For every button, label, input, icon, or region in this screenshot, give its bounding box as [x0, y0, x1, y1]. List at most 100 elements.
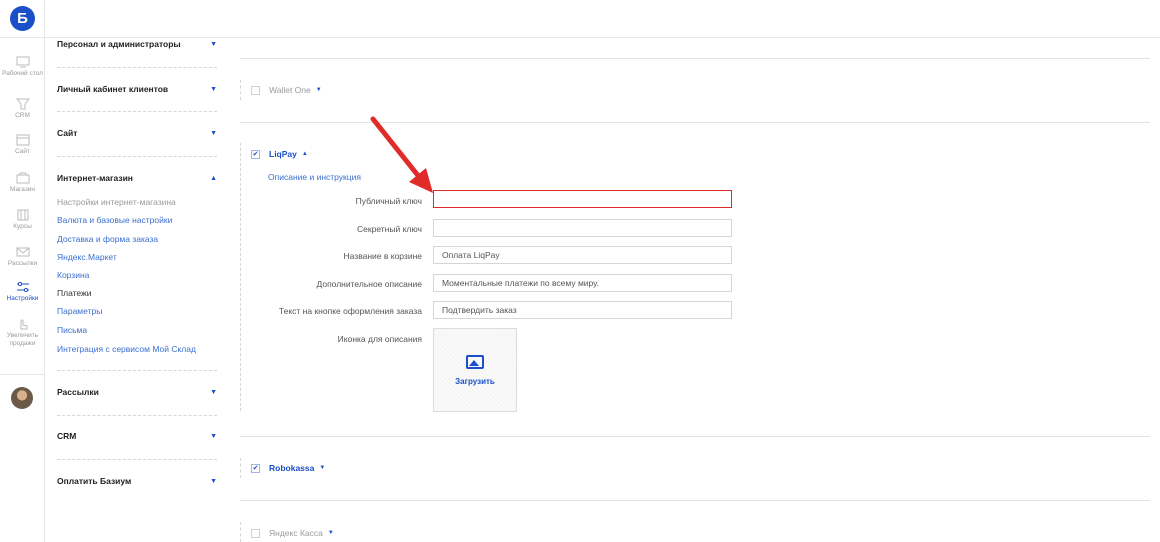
nav-divider: [57, 156, 217, 157]
caret-down-icon: ▼: [327, 530, 334, 536]
nav-divider: [57, 459, 217, 460]
rail-label: CRM: [15, 112, 30, 119]
nav-group-client-cabinet[interactable]: Личный кабинет клиентов ▼: [57, 82, 217, 96]
block-bar: [240, 522, 241, 542]
nav-item-letters[interactable]: Письма: [57, 325, 87, 335]
image-icon: [466, 354, 484, 369]
nav-item-parameters[interactable]: Параметры: [57, 306, 102, 316]
section-divider: [240, 436, 1150, 437]
button-text-input[interactable]: [433, 301, 732, 319]
nav-group-label: CRM: [57, 431, 77, 441]
rail-label: Сайт: [15, 148, 30, 155]
nav-item-yandex-market[interactable]: Яндекс.Маркет: [57, 252, 117, 262]
yandex-kassa-checkbox[interactable]: [251, 528, 260, 538]
liqpay-checkbox[interactable]: ✔: [251, 149, 260, 159]
nav-item-currency[interactable]: Валюта и базовые настройки: [57, 215, 172, 225]
rail-label: Рабочий стол: [2, 70, 43, 77]
caret-down-icon: ▼: [315, 87, 322, 93]
rail-item-settings[interactable]: Настройки: [0, 281, 45, 303]
extra-description-label: Дополнительное описание: [316, 279, 423, 289]
public-key-label: Публичный ключ: [355, 196, 422, 206]
payment-name: Wallet One: [269, 85, 311, 95]
rail-item-mailing[interactable]: Рассылки: [0, 246, 45, 268]
nav-group-crm[interactable]: CRM ▼: [57, 429, 217, 443]
funnel-icon: [15, 98, 30, 110]
payment-wallet-one[interactable]: Wallet One ▼: [251, 85, 322, 95]
rail-item-courses[interactable]: Курсы: [0, 209, 45, 231]
robokassa-checkbox[interactable]: ✔: [251, 463, 260, 473]
rail-label: Увеличить продажи: [6, 332, 39, 347]
nav-item-payments[interactable]: Платежи: [57, 288, 91, 298]
rail-item-desktop[interactable]: Рабочий стол: [0, 56, 45, 78]
caret-down-icon: ▼: [319, 465, 326, 471]
public-key-input[interactable]: [433, 190, 732, 208]
rail-item-shop[interactable]: Магазин: [0, 172, 45, 194]
triangle-down-icon: ▼: [210, 129, 217, 137]
rail-item-sales[interactable]: Увеличить продажи: [0, 318, 45, 348]
nav-group-shop[interactable]: Интернет-магазин ▲: [57, 171, 217, 185]
nav-divider: [57, 370, 217, 371]
description-link[interactable]: Описание и инструкция: [268, 172, 361, 182]
nav-group-mailing[interactable]: Рассылки ▼: [57, 385, 217, 399]
secret-key-input[interactable]: [433, 219, 732, 237]
rail-label: Рассылки: [7, 260, 38, 267]
nav-divider: [57, 111, 217, 112]
icon-rail: Б Рабочий стол CRM Сайт Магазин Курсы Ра…: [0, 0, 45, 542]
upload-icon-dropzone[interactable]: Загрузить: [433, 328, 517, 412]
nav-group-label: Личный кабинет клиентов: [57, 84, 169, 94]
section-divider: [240, 500, 1150, 501]
cart-name-input[interactable]: [433, 246, 732, 264]
sliders-icon: [16, 281, 29, 293]
nav-item-cart[interactable]: Корзина: [57, 270, 89, 280]
nav-item-delivery[interactable]: Доставка и форма заказа: [57, 234, 158, 244]
hand-icon: [20, 319, 27, 330]
nav-group-label: Оплатить Базиум: [57, 476, 132, 486]
payment-name: Robokassa: [269, 463, 315, 473]
rail-item-site[interactable]: Сайт: [0, 134, 45, 156]
cart-name-label: Название в корзине: [343, 251, 422, 261]
payment-liqpay[interactable]: ✔ LiqPay ▲: [251, 149, 308, 159]
triangle-down-icon: ▼: [210, 85, 217, 93]
nav-group-site[interactable]: Сайт ▼: [57, 126, 217, 140]
payment-robokassa[interactable]: ✔ Robokassa ▼: [251, 463, 325, 473]
triangle-down-icon: ▼: [210, 432, 217, 440]
secret-key-label: Секретный ключ: [357, 224, 422, 234]
upload-label: Загрузить: [455, 376, 495, 386]
payments-panel: Wallet One ▼ ✔ LiqPay ▲ Описание и инстр…: [240, 0, 1160, 542]
user-avatar[interactable]: [11, 387, 33, 409]
nav-item-shop-settings[interactable]: Настройки интернет-магазина: [57, 197, 176, 207]
extra-description-input[interactable]: [433, 274, 732, 292]
mail-icon: [16, 247, 29, 257]
rail-label: Курсы: [13, 223, 32, 230]
rail-divider: [0, 374, 45, 375]
section-divider: [240, 58, 1150, 59]
cart-icon: [16, 172, 29, 184]
nav-group-label: Интернет-магазин: [57, 173, 133, 183]
site-icon: [16, 134, 29, 146]
block-bar: [240, 80, 241, 100]
payment-name: LiqPay: [269, 149, 297, 159]
payment-yandex-kassa[interactable]: Яндекс Касса ▼: [251, 528, 334, 538]
logo[interactable]: Б: [10, 6, 35, 31]
wallet-one-checkbox[interactable]: [251, 85, 260, 95]
courses-icon: [17, 209, 28, 221]
rail-divider: [0, 37, 45, 38]
nav-group-pay-bazium[interactable]: Оплатить Базиум ▼: [57, 474, 217, 488]
icon-label: Иконка для описания: [337, 334, 422, 344]
app-root: Б Рабочий стол CRM Сайт Магазин Курсы Ра…: [0, 0, 1160, 542]
rail-label: Магазин: [9, 186, 36, 193]
triangle-down-icon: ▼: [210, 388, 217, 396]
caret-up-icon: ▲: [301, 151, 308, 157]
button-text-label: Текст на кнопке оформления заказа: [278, 306, 422, 316]
rail-item-crm[interactable]: CRM: [0, 98, 45, 120]
nav-group-label: Сайт: [57, 128, 78, 138]
block-bar: [240, 458, 241, 478]
block-bar: [240, 143, 241, 411]
triangle-down-icon: ▼: [210, 40, 217, 48]
nav-group-staff[interactable]: Персонал и администраторы ▼: [57, 37, 217, 51]
nav-group-label: Персонал и администраторы: [57, 39, 181, 49]
triangle-down-icon: ▼: [210, 477, 217, 485]
nav-group-label: Рассылки: [57, 387, 99, 397]
monitor-icon: [16, 56, 29, 68]
nav-item-moysklad[interactable]: Интеграция с сервисом Мой Склад: [57, 344, 196, 354]
